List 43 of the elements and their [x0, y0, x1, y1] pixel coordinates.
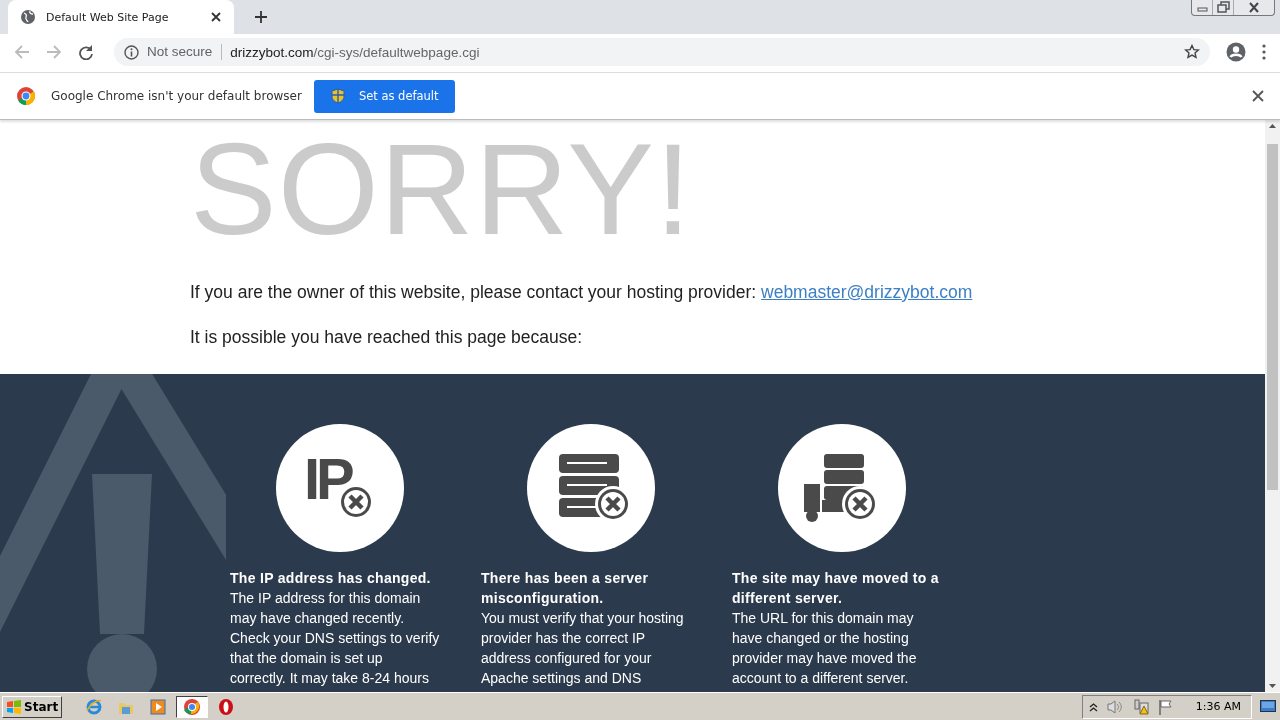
globe-icon: [20, 9, 36, 25]
start-button[interactable]: Start: [2, 695, 63, 718]
infobar-message: Google Chrome isn't your default browser: [51, 89, 302, 103]
shield-icon: [330, 88, 345, 104]
show-desktop-icon[interactable]: [1260, 699, 1276, 714]
reason-text: The site may have moved to a different server. The URL for this domain may have changed or the hosting provider may have moved the account to a different server.: [732, 569, 940, 688]
reason-intro: It is possible you have reached this page because:: [190, 327, 584, 348]
address-bar[interactable]: Not secure drizzybot.com/cgi-sys/defaultwebpage.cgi: [114, 38, 1210, 66]
clock[interactable]: 1:36 AM: [1195, 700, 1241, 713]
scrollbar[interactable]: [1265, 120, 1280, 692]
reload-icon[interactable]: [78, 44, 94, 60]
info-icon: [124, 44, 139, 60]
close-icon[interactable]: [1252, 90, 1264, 102]
close-icon[interactable]: [210, 11, 222, 23]
email-link[interactable]: webmaster@drizzybot.com: [761, 282, 973, 302]
new-tab-icon[interactable]: [254, 10, 268, 24]
browser-tab[interactable]: Default Web Site Page: [8, 0, 234, 34]
server-error-icon: [527, 424, 655, 552]
contact-text: If you are the owner of this website, please contact your hosting provider: webmaster@drizzybot.com: [190, 282, 974, 303]
url-text: drizzybot.com/cgi-sys/defaultwebpage.cgi: [230, 44, 481, 60]
set-default-button[interactable]: Set as default: [313, 79, 455, 113]
chrome-icon: [183, 697, 202, 716]
chrome-icon: [17, 87, 35, 105]
windows-logo-icon: [6, 699, 22, 714]
taskbar-app[interactable]: [176, 695, 209, 718]
security-label: Not secure: [147, 44, 223, 60]
restore-icon[interactable]: [1212, 0, 1233, 15]
tab-title: Default Web Site Page: [46, 10, 170, 24]
play-icon: [149, 697, 168, 716]
icon-label: IP: [304, 446, 351, 512]
ip-error-icon: [276, 424, 404, 552]
menu-icon[interactable]: [1262, 44, 1266, 60]
flag-icon[interactable]: [1157, 698, 1174, 715]
scroll-thumb[interactable]: [1267, 144, 1278, 490]
reason-text: There has been a server misconfiguration. You must verify that your hosting provider has the correct IP address configured for your Apache settings and DNS: [481, 569, 685, 688]
reason-text: The IP address has changed. The IP address for this domain may have changed recently. Check your DNS settings to verify that the domain is set up correctly. It may take 8-24 hours: [230, 569, 441, 688]
truck-error-icon: [778, 424, 906, 552]
star-icon[interactable]: [1184, 44, 1200, 60]
account-icon[interactable]: [1226, 42, 1246, 62]
chevron-up-icon[interactable]: [1088, 701, 1098, 712]
browser-e-icon: [85, 697, 104, 716]
opera-icon: [217, 697, 236, 716]
network-warning-icon[interactable]: [1131, 698, 1150, 715]
